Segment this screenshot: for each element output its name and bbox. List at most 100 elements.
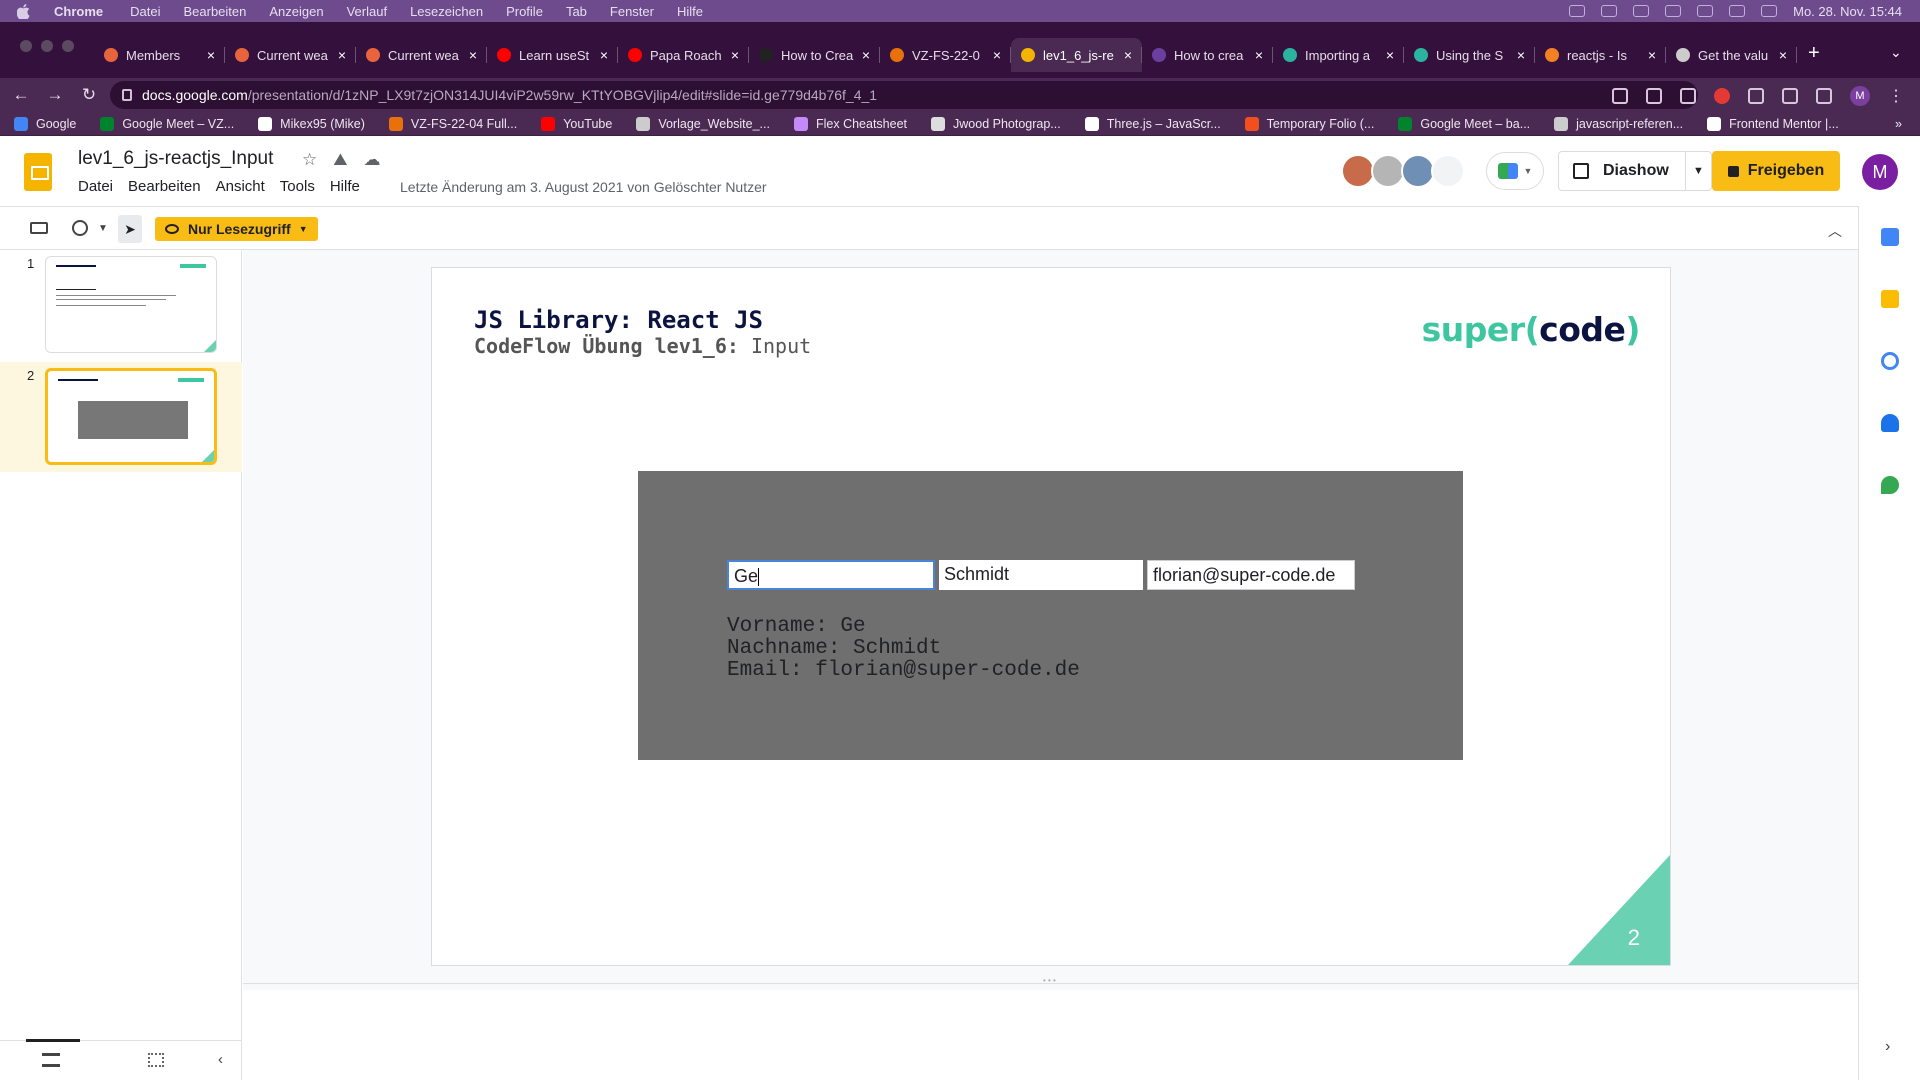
slide-thumbnail-2[interactable] (45, 368, 217, 465)
browser-tab[interactable]: Get the valu × (1666, 38, 1797, 72)
calendar-icon[interactable] (1881, 228, 1899, 246)
bookmark-item[interactable]: YouTube (541, 116, 612, 131)
menu-verlauf[interactable]: Verlauf (347, 4, 387, 19)
notes-resize-handle[interactable] (243, 976, 1858, 989)
bookmark-item[interactable]: Vorlage_Website_... (636, 116, 770, 131)
battery-icon[interactable] (1665, 5, 1682, 17)
extension-red-icon[interactable] (1714, 88, 1730, 104)
bookmark-item[interactable]: Google Meet – VZ... (100, 116, 234, 131)
print-icon[interactable] (30, 222, 48, 234)
browser-tab[interactable]: Current wea × (356, 38, 487, 72)
menu-anzeigen[interactable]: Anzeigen (269, 4, 323, 19)
bookmarks-overflow-icon[interactable]: » (1895, 117, 1902, 131)
slide-canvas[interactable]: JS Library: React JS CodeFlow Übung lev1… (432, 268, 1670, 965)
filmstrip-item-2[interactable]: 2 (0, 362, 242, 472)
last-edit-info[interactable]: Letzte Änderung am 3. August 2021 von Ge… (400, 179, 767, 195)
doc-menu-hilfe[interactable]: Hilfe (330, 178, 360, 195)
doc-menu-bearbeiten[interactable]: Bearbeiten (128, 178, 201, 195)
doc-menu-tools[interactable]: Tools (280, 178, 315, 195)
menu-app-chrome[interactable]: Chrome (54, 4, 103, 19)
maximize-window-icon[interactable] (62, 40, 74, 52)
grid-view-icon[interactable] (148, 1053, 164, 1067)
tab-search-chevron-icon[interactable]: ⌄ (1890, 44, 1902, 61)
zoom-icon[interactable] (72, 220, 88, 236)
present-button[interactable]: Diashow ▼ (1558, 151, 1712, 191)
comments-history-icon[interactable] (1431, 154, 1465, 188)
control-center-icon[interactable] (1761, 5, 1778, 17)
browser-tab[interactable]: reactjs - Is × (1535, 38, 1666, 72)
tab-close-icon[interactable]: × (600, 47, 608, 63)
bookmark-item[interactable]: Jwood Photograp... (931, 116, 1061, 131)
browser-tab[interactable]: Learn useSt × (487, 38, 618, 72)
browser-tab[interactable]: How to crea × (1142, 38, 1273, 72)
tasks-icon[interactable] (1881, 352, 1899, 370)
document-title[interactable]: lev1_6_js-reactjs_Input (78, 148, 273, 170)
profile-avatar[interactable]: M (1850, 86, 1870, 106)
bookmark-star-icon[interactable] (1680, 88, 1696, 104)
tab-close-icon[interactable]: × (993, 47, 1001, 63)
bookmark-item[interactable]: Google Meet – ba... (1398, 116, 1530, 131)
tab-close-icon[interactable]: × (1517, 47, 1525, 63)
cloud-status-icon[interactable]: ☁ (364, 150, 381, 170)
doc-menu-ansicht[interactable]: Ansicht (216, 178, 265, 195)
collapse-menu-chevron-up-icon[interactable]: ︿ (1828, 221, 1842, 241)
slide-thumbnail-1[interactable] (45, 256, 217, 353)
menu-hilfe[interactable]: Hilfe (677, 4, 703, 19)
browser-tab[interactable]: Using the S × (1404, 38, 1535, 72)
browser-tab[interactable]: Papa Roach × (618, 38, 749, 72)
google-slides-logo-icon[interactable] (24, 153, 52, 191)
lock-icon[interactable] (122, 89, 132, 101)
apple-icon[interactable] (14, 2, 32, 20)
browser-tab[interactable]: Current wea × (225, 38, 356, 72)
side-panel-icon[interactable] (1816, 88, 1832, 104)
hide-filmstrip-chevron-left-icon[interactable]: ‹ (218, 1051, 223, 1068)
avatar[interactable] (1341, 154, 1375, 188)
bookmark-item[interactable]: Flex Cheatsheet (793, 116, 907, 131)
menu-clock[interactable]: Mo. 28. Nov. 15:44 (1793, 4, 1902, 19)
tab-close-icon[interactable]: × (1124, 47, 1132, 63)
share-button[interactable]: Freigeben (1712, 151, 1840, 191)
browser-tab[interactable]: Importing a × (1273, 38, 1404, 72)
share-page-icon[interactable] (1646, 88, 1662, 104)
bookmark-item[interactable]: VZ-FS-22-04 Full... (388, 116, 517, 131)
back-arrow-icon[interactable]: ← (8, 85, 34, 105)
tab-close-icon[interactable]: × (862, 47, 870, 63)
wifi-icon[interactable] (1697, 5, 1714, 17)
speaker-notes-area[interactable] (243, 990, 1858, 1080)
star-icon[interactable]: ☆ (302, 150, 317, 170)
menu-bearbeiten[interactable]: Bearbeiten (183, 4, 246, 19)
browser-menu-kebab-icon[interactable]: ⋮ (1888, 86, 1904, 106)
close-window-icon[interactable] (20, 40, 32, 52)
filmstrip-view-icon[interactable] (26, 1039, 80, 1067)
tab-close-icon[interactable]: × (469, 47, 477, 63)
menu-profile[interactable]: Profile (506, 4, 543, 19)
tab-close-icon[interactable]: × (1648, 47, 1656, 63)
spotlight-search-icon[interactable] (1729, 5, 1746, 17)
minimize-window-icon[interactable] (41, 40, 53, 52)
zoom-chevron-down-icon[interactable]: ▼ (98, 223, 116, 239)
tab-close-icon[interactable]: × (338, 47, 346, 63)
reload-icon[interactable]: ↻ (76, 85, 102, 105)
tab-close-icon[interactable]: × (1386, 47, 1394, 63)
doc-menu-datei[interactable]: Datei (78, 178, 113, 195)
browser-tab[interactable]: How to Crea × (749, 38, 880, 72)
tab-close-icon[interactable]: × (1779, 47, 1787, 63)
maps-icon[interactable] (1881, 476, 1899, 494)
bookmark-item[interactable]: Mikex95 (Mike) (258, 116, 365, 131)
forward-arrow-icon[interactable]: → (42, 85, 68, 105)
move-to-drive-icon[interactable]: ⛰ (333, 150, 347, 170)
new-tab-plus-icon[interactable]: + (1808, 42, 1820, 65)
tab-close-icon[interactable]: × (1255, 47, 1263, 63)
bookmark-item[interactable]: Temporary Folio (... (1244, 116, 1374, 131)
present-options-chevron-icon[interactable]: ▼ (1685, 152, 1711, 190)
browser-tab[interactable]: lev1_6_js-re × (1011, 38, 1142, 72)
bookmark-item[interactable]: Google (14, 116, 76, 131)
menu-tab[interactable]: Tab (566, 4, 587, 19)
bookmark-item[interactable]: javascript-referen... (1554, 116, 1683, 131)
zoom-icon[interactable] (1612, 88, 1628, 104)
play-icon[interactable] (1633, 5, 1650, 17)
bookmark-item[interactable]: Frontend Mentor |... (1707, 116, 1839, 131)
address-bar[interactable]: docs.google.com/presentation/d/1zNP_LX9t… (110, 81, 1698, 109)
avatar[interactable] (1401, 154, 1435, 188)
select-cursor-icon[interactable]: ➤ (118, 215, 142, 243)
